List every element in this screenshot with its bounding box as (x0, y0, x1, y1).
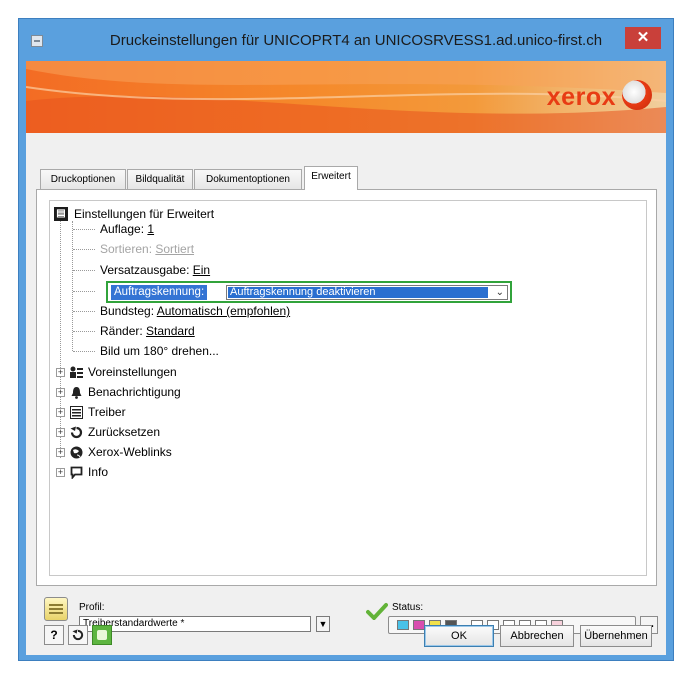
expand-info[interactable]: + (56, 468, 65, 477)
xerox-banner: xerox (26, 61, 666, 133)
bottom-button-bar: ? OK Abbrechen Übernehmen (36, 621, 656, 653)
expand-treiber[interactable]: + (56, 408, 65, 417)
tab-bildqualitaet[interactable]: Bildqualität (127, 169, 193, 189)
tree-root-label: Einstellungen für Erweitert (74, 207, 215, 221)
setting-value[interactable]: Automatisch (empfohlen) (157, 304, 290, 318)
reset-defaults-button[interactable] (68, 625, 88, 645)
category-xerox-weblinks[interactable]: Xerox-Weblinks (88, 445, 172, 459)
setting-value: Sortiert (155, 242, 195, 256)
setting-raender[interactable]: Ränder: Standard (100, 324, 195, 338)
setting-value[interactable]: Standard (146, 324, 195, 338)
xerox-logo-icon (622, 80, 652, 110)
setting-label[interactable]: Bild um 180° drehen... (100, 344, 219, 358)
setting-auftragskennung-label: Auftragskennung: (111, 285, 208, 300)
setting-bundsteg[interactable]: Bundsteg: Automatisch (empfohlen) (100, 304, 290, 318)
reset-icon (70, 426, 83, 439)
expand-benachrichtigung[interactable]: + (56, 388, 65, 397)
category-info[interactable]: Info (88, 465, 108, 479)
bell-icon (71, 387, 82, 399)
setting-sortieren: Sortieren: Sortiert (100, 242, 194, 256)
driver-icon (70, 406, 83, 419)
reset-icon (72, 629, 84, 641)
tree-line (73, 291, 95, 292)
ok-button[interactable]: OK (424, 625, 494, 647)
auftragskennung-dropdown[interactable]: Auftragskennung deaktivieren ⌄ (226, 285, 508, 300)
tree-line (60, 221, 61, 458)
tab-erweitert[interactable]: Erweitert (304, 166, 358, 190)
presets-icon (70, 366, 83, 378)
setting-label: Sortieren: (100, 242, 156, 256)
tree-line (73, 249, 95, 250)
tab-druckoptionen[interactable]: Druckoptionen (40, 169, 126, 189)
category-zuruecksetzen[interactable]: Zurücksetzen (88, 425, 160, 439)
expand-voreinstellungen[interactable]: + (56, 368, 65, 377)
setting-auftragskennung-row[interactable]: Auftragskennung: Auftragskennung deaktiv… (106, 281, 512, 303)
title-bar: Druckeinstellungen für UNICOPRT4 an UNIC… (19, 19, 673, 61)
apply-button[interactable]: Übernehmen (580, 625, 652, 647)
eco-button[interactable] (92, 625, 112, 645)
category-voreinstellungen[interactable]: Voreinstellungen (88, 365, 177, 379)
dropdown-selected-value: Auftragskennung deaktivieren (228, 287, 488, 298)
setting-value[interactable]: Ein (193, 263, 210, 277)
setting-value[interactable]: 1 (147, 222, 154, 236)
tree-line (73, 311, 95, 312)
tree-line (73, 331, 95, 332)
status-ok-check-icon (366, 603, 388, 620)
dialog-content: Druckoptionen Bildqualität Dokumentoptio… (26, 133, 666, 655)
info-bubble-icon (70, 466, 83, 479)
setting-label: Ränder: (100, 324, 147, 338)
globe-icon (70, 446, 83, 459)
setting-label: Bundsteg: (100, 304, 157, 318)
print-settings-dialog: Druckeinstellungen für UNICOPRT4 an UNIC… (18, 18, 674, 661)
expand-xerox-weblinks[interactable]: + (56, 448, 65, 457)
setting-bild-drehen[interactable]: Bild um 180° drehen... (100, 344, 219, 358)
setting-label: Auflage: (100, 222, 148, 236)
setting-versatzausgabe[interactable]: Versatzausgabe: Ein (100, 263, 210, 277)
category-treiber[interactable]: Treiber (88, 405, 126, 419)
settings-tree: ▤ Einstellungen für Erweitert Auflage: 1… (49, 200, 647, 576)
tab-dokumentoptionen[interactable]: Dokumentoptionen (194, 169, 302, 189)
tree-line (73, 270, 95, 271)
tree-line (73, 351, 95, 352)
category-benachrichtigung[interactable]: Benachrichtigung (88, 385, 181, 399)
window-title: Druckeinstellungen für UNICOPRT4 an UNIC… (109, 32, 603, 49)
setting-auflage[interactable]: Auflage: 1 (100, 222, 154, 236)
close-button[interactable]: ✕ (625, 27, 661, 49)
status-label: Status: (392, 602, 424, 613)
profile-label: Profil: (79, 602, 105, 613)
expand-zuruecksetzen[interactable]: + (56, 428, 65, 437)
leaf-icon (97, 630, 107, 640)
tree-line (73, 229, 95, 230)
printer-settings-icon: ▤ (54, 207, 68, 221)
setting-label: Versatzausgabe: (100, 263, 193, 277)
tab-panel-erweitert: ▤ Einstellungen für Erweitert Auflage: 1… (36, 189, 657, 586)
chevron-down-icon[interactable]: ⌄ (496, 286, 504, 299)
help-button[interactable]: ? (44, 625, 64, 645)
profile-icon[interactable] (44, 597, 68, 621)
cancel-button[interactable]: Abbrechen (500, 625, 574, 647)
xerox-logo-text: xerox (546, 83, 616, 111)
